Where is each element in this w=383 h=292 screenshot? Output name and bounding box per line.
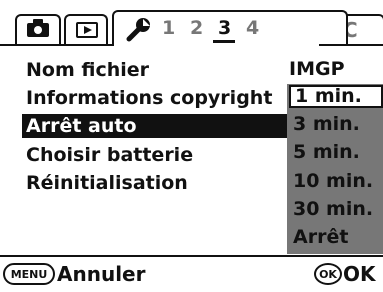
auto-off-dropdown: 1 min. 3 min. 5 min. 10 min. 30 min. Arr… — [287, 84, 383, 254]
camera-menu-screen: C 1 2 3 4 Nom fichier IMGP Informations … — [0, 0, 383, 292]
menu-item-auto-power-off[interactable]: Arrêt auto — [22, 114, 287, 138]
wrench-icon — [126, 18, 150, 42]
ok-button-icon[interactable]: OK — [314, 263, 342, 285]
menu-item-reset[interactable]: Réinitialisation — [26, 171, 188, 195]
menu-item-battery[interactable]: Choisir batterie — [26, 143, 193, 167]
dropdown-option[interactable]: 5 min. — [289, 141, 383, 164]
dropdown-option[interactable]: 30 min. — [289, 198, 383, 221]
page-3-active[interactable]: 3 — [212, 17, 236, 43]
playback-icon — [76, 22, 98, 38]
cancel-label[interactable]: Annuler — [57, 261, 145, 287]
page-4[interactable]: 4 — [246, 17, 259, 39]
dropdown-option[interactable]: Arrêt — [289, 226, 383, 249]
ok-label[interactable]: OK — [343, 261, 376, 287]
file-name-value: IMGP — [289, 58, 345, 80]
camera-icon — [27, 19, 49, 37]
tab-camera[interactable] — [15, 14, 61, 44]
page-2[interactable]: 2 — [190, 17, 203, 39]
dropdown-option[interactable]: 1 min. — [289, 85, 383, 108]
menu-item-file-name[interactable]: Nom fichier — [26, 58, 149, 82]
page-1[interactable]: 1 — [162, 17, 175, 39]
tab-setup[interactable]: 1 2 3 4 — [112, 10, 348, 46]
menu-item-copyright[interactable]: Informations copyright — [26, 86, 272, 110]
tab-playback[interactable] — [64, 14, 108, 44]
footer-bar: MENU Annuler OK OK — [0, 257, 383, 292]
dropdown-option[interactable]: 10 min. — [289, 170, 383, 193]
dropdown-option[interactable]: 3 min. — [289, 113, 383, 136]
tab-bar: C 1 2 3 4 — [0, 0, 383, 46]
menu-button-icon[interactable]: MENU — [3, 263, 55, 285]
